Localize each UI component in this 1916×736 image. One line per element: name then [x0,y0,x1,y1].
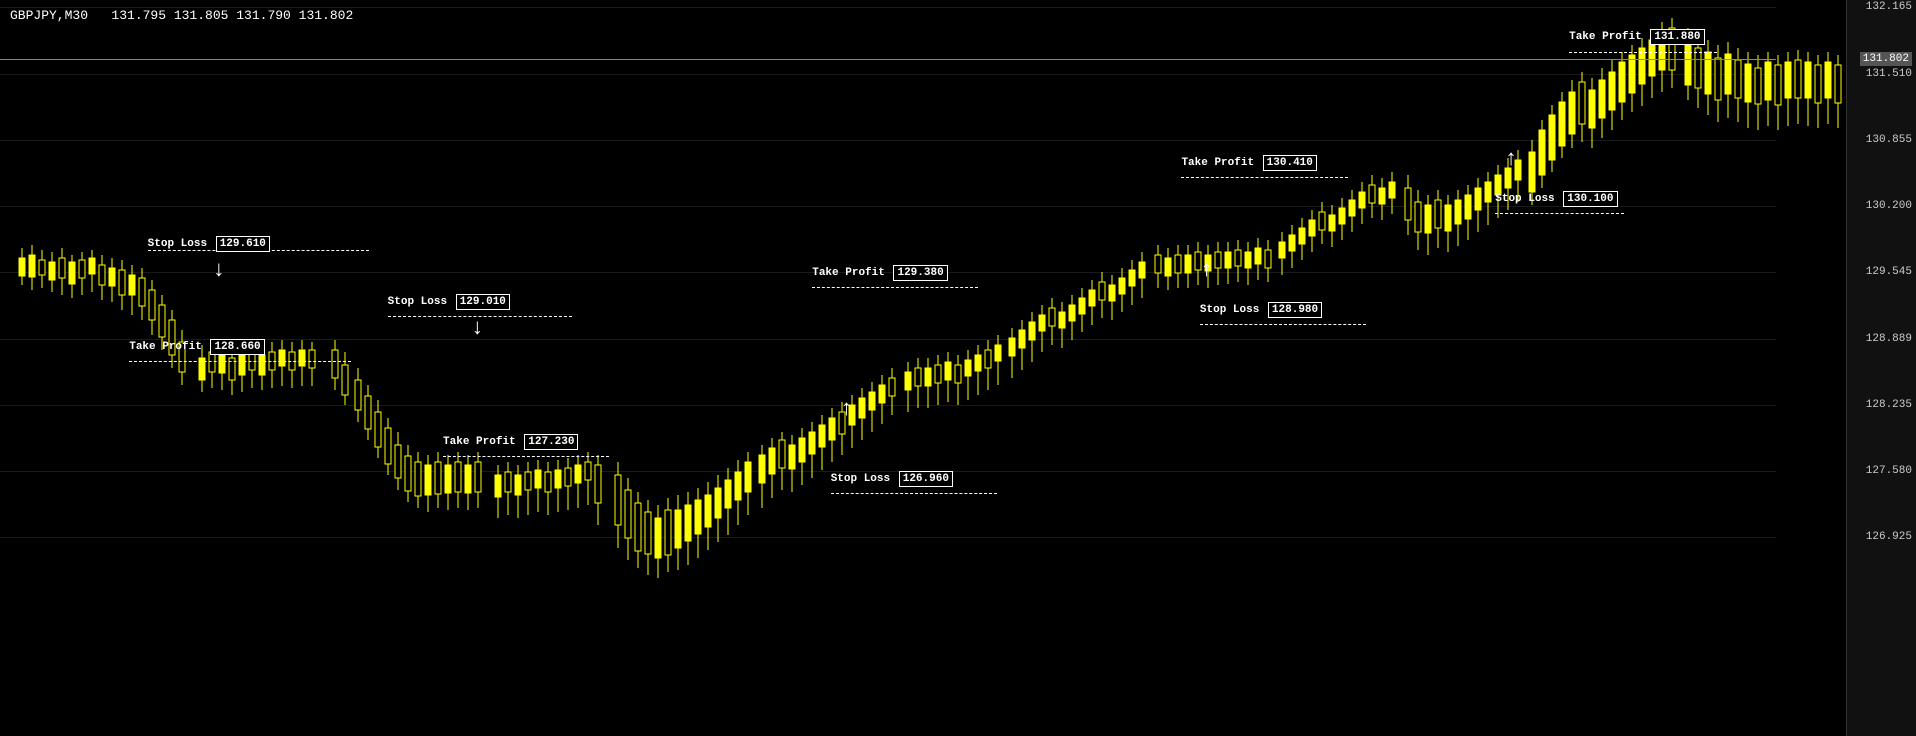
arrow-up-1: ↑ [840,397,853,422]
tp2-label: Take Profit [443,436,516,448]
tp1-label: Take Profit [129,341,202,353]
price-128889: 128.889 [1866,333,1912,345]
annotation-tp3: Take Profit 129.380 [812,265,947,281]
sl2-price: 129.010 [456,294,510,310]
chart-area: .bull { fill: #ffff00; stroke: #ffff00; … [0,0,1846,736]
tp4-price: 130.410 [1263,155,1317,171]
sl4-label: Stop Loss [1200,304,1259,316]
price-127580: 127.580 [1866,465,1912,477]
price-129545: 129.545 [1866,266,1912,278]
annotation-sl5: Stop Loss 130.100 [1495,191,1617,207]
tp5-price: 131.880 [1650,29,1704,45]
annotation-sl4: Stop Loss 128.980 [1200,302,1322,318]
sl5-line [1495,213,1624,214]
arrow-down-2: ↓ [471,316,484,341]
ohlc: 131.795 131.805 131.790 131.802 [111,8,353,23]
price-current: 131.802 [1860,53,1912,65]
current-price-line [0,59,1776,60]
sl4-line [1200,324,1366,325]
sl4-price: 128.980 [1268,302,1322,318]
sl2-label: Stop Loss [388,296,447,308]
price-126925: 126.925 [1866,531,1912,543]
arrow-up-3: ↑ [1504,147,1517,172]
tp3-label: Take Profit [812,267,885,279]
current-price-display: 131.802 [1860,52,1912,66]
price-132165: 132.165 [1866,1,1912,13]
price-128235: 128.235 [1866,399,1912,411]
chart-title: GBPJPY,M30 131.795 131.805 131.790 131.8… [10,8,353,23]
tp4-line [1181,177,1347,178]
sl3-line [831,493,997,494]
sl1-label: Stop Loss [148,238,207,250]
sl5-price: 130.100 [1563,191,1617,207]
tp3-line [812,287,978,288]
price-130855: 130.855 [1866,134,1912,146]
tp5-label: Take Profit [1569,31,1642,43]
price-131510: 131.510 [1866,68,1912,80]
tp2-price: 127.230 [524,434,578,450]
annotation-tp1: Take Profit 128.660 [129,339,264,355]
chart-container: GBPJPY,M30 131.795 131.805 131.790 131.8… [0,0,1916,736]
price-130200: 130.200 [1866,200,1912,212]
tp1-price: 128.660 [210,339,264,355]
annotation-sl3: Stop Loss 126.960 [831,471,953,487]
annotation-sl2: Stop Loss 129.010 [388,294,510,310]
tp2-line [443,456,609,457]
sl3-price: 126.960 [899,471,953,487]
sl1-price: 129.610 [216,236,270,252]
arrow-down-1: ↓ [212,258,225,283]
candlestick-chart: .bull { fill: #ffff00; stroke: #ffff00; … [0,0,1846,736]
tp4-label: Take Profit [1181,157,1254,169]
sl3-label: Stop Loss [831,473,890,485]
annotation-sl1: Stop Loss 129.610 [148,236,270,252]
price-axis: 132.165 131.802 131.510 130.855 130.200 … [1846,0,1916,736]
annotation-tp2: Take Profit 127.230 [443,434,578,450]
tp5-line [1569,52,1717,53]
arrow-up-2: ↑ [1200,258,1213,283]
annotation-tp5: Take Profit 131.880 [1569,29,1704,45]
tp1-line [129,361,351,362]
annotation-tp4: Take Profit 130.410 [1181,155,1316,171]
tp3-price: 129.380 [893,265,947,281]
symbol: GBPJPY,M30 [10,8,88,23]
sl5-label: Stop Loss [1495,193,1554,205]
